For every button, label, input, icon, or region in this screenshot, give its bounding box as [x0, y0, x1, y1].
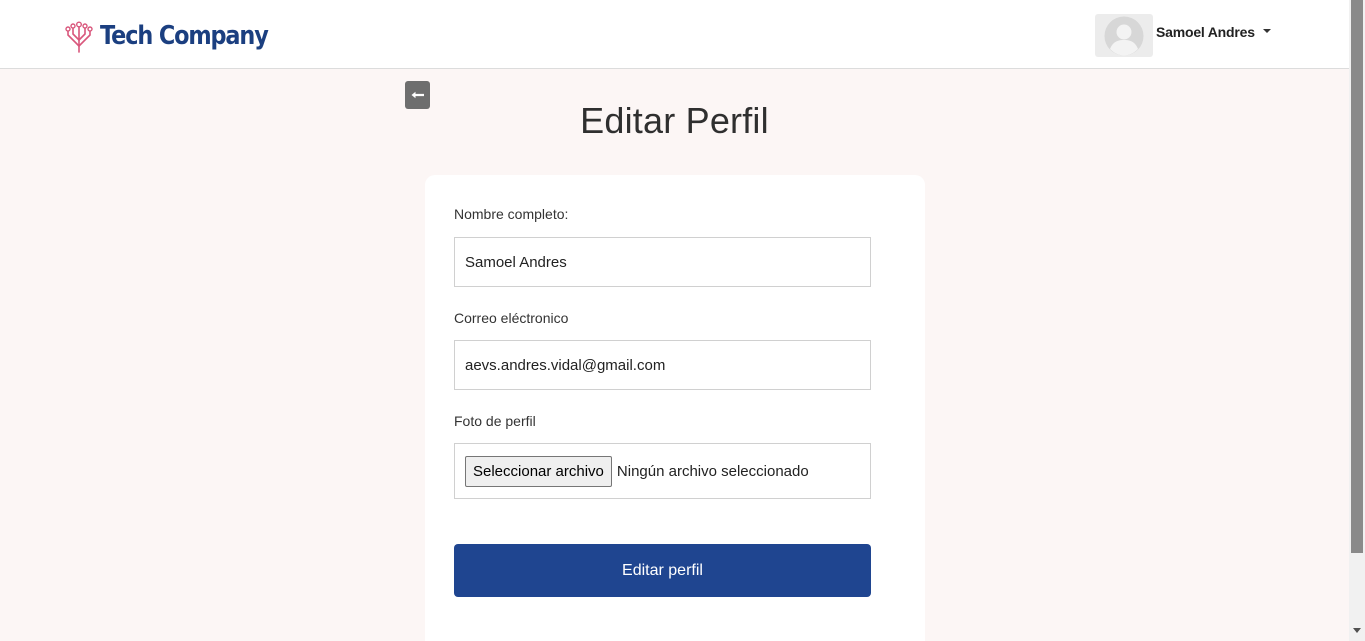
- choose-file-button[interactable]: Seleccionar archivo: [465, 455, 612, 487]
- user-menu-toggle[interactable]: Samoel Andres: [1095, 14, 1271, 57]
- brand-name: Tech Company: [100, 21, 269, 51]
- file-status-text: Ningún archivo seleccionado: [616, 462, 809, 480]
- circuit-logo-icon: [65, 21, 93, 53]
- brand-link[interactable]: Tech Company: [64, 16, 295, 56]
- user-name: Samoel Andres: [1156, 23, 1255, 40]
- email-label: Correo eléctronico: [454, 310, 569, 326]
- profile-photo-file-input: Seleccionar archivo Ningún archivo selec…: [454, 443, 871, 499]
- page-title: Editar Perfil: [580, 100, 769, 141]
- arrow-left-icon: [411, 91, 424, 99]
- top-navbar: Tech Company Samoel Andres: [0, 0, 1349, 69]
- caret-down-icon: [1262, 28, 1271, 33]
- user-avatar-icon: [1095, 14, 1153, 57]
- full-name-input[interactable]: [454, 237, 871, 287]
- profile-photo-label: Foto de perfil: [454, 413, 536, 429]
- full-name-label: Nombre completo:: [454, 206, 569, 222]
- vertical-scrollbar[interactable]: [1349, 0, 1365, 641]
- scroll-down-arrow-icon[interactable]: [1353, 628, 1361, 633]
- email-input[interactable]: [454, 340, 871, 390]
- scrollbar-thumb[interactable]: [1351, 0, 1363, 553]
- edit-profile-submit-button[interactable]: Editar perfil: [454, 544, 871, 597]
